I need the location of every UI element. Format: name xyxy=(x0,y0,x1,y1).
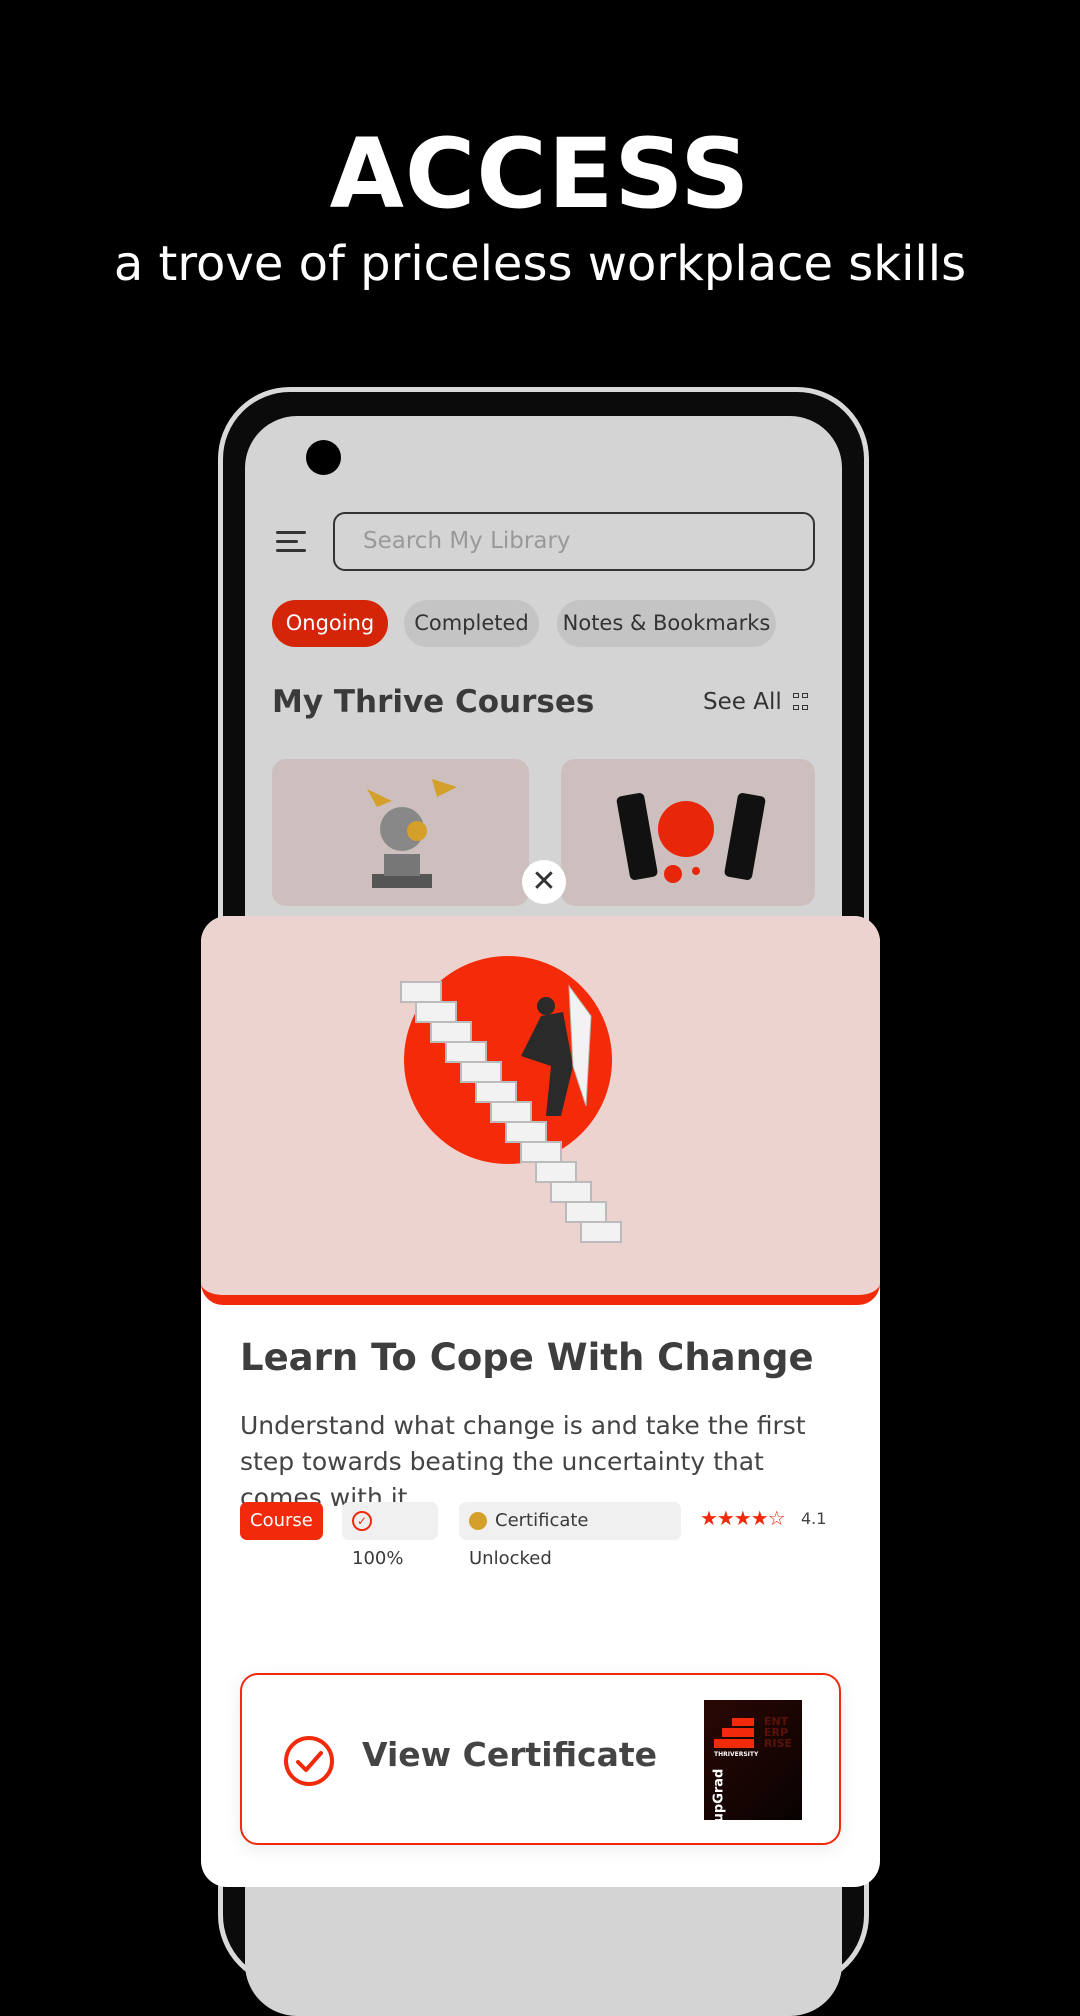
tab-completed[interactable]: Completed xyxy=(404,600,539,647)
certificate-logo-text: ENTERPRISE xyxy=(764,1715,792,1750)
certificate-logo-text: upGrad xyxy=(711,1768,727,1823)
course-title: Learn To Cope With Change xyxy=(240,1336,814,1379)
course-thumbnail[interactable] xyxy=(272,759,529,906)
course-thumbnail[interactable] xyxy=(561,759,815,906)
search-input[interactable]: Search My Library xyxy=(333,512,815,571)
progress-badge: ✓ 100% xyxy=(342,1502,438,1569)
tab-notes-bookmarks[interactable]: Notes & Bookmarks xyxy=(557,600,776,647)
promo-headline: ACCESS xyxy=(329,118,751,230)
see-all-link[interactable]: See All xyxy=(703,689,782,715)
promo-subline: a trove of priceless workplace skills xyxy=(113,236,967,292)
course-type-badge: Course xyxy=(240,1502,323,1540)
trophy-illustration xyxy=(367,779,457,888)
certificate-logo-text: THRIVERSITY xyxy=(714,1751,759,1758)
star-rating-icon: ★★★★☆ xyxy=(700,1506,786,1530)
coin-icon xyxy=(469,1512,487,1530)
certificate-status-badge: Certificate Unlocked xyxy=(459,1502,681,1569)
phones-illustration xyxy=(616,792,766,883)
rating-value: 4.1 xyxy=(801,1509,827,1528)
view-certificate-label: View Certificate xyxy=(362,1735,658,1774)
course-detail-card: Learn To Cope With Change Understand wha… xyxy=(201,916,880,1887)
tab-ongoing[interactable]: Ongoing xyxy=(272,600,388,647)
course-description: Understand what change is and take the f… xyxy=(240,1411,806,1512)
course-hero-image xyxy=(201,916,880,1305)
certificate-thumbnail: THRIVERSITY ENTERPRISE upGrad xyxy=(704,1700,802,1823)
check-circle-icon xyxy=(284,1736,334,1786)
stairs-illustration xyxy=(400,956,622,1243)
grid-icon[interactable] xyxy=(793,693,809,713)
view-certificate-button[interactable]: View Certificate THRIVERSITY ENTERPRISE … xyxy=(240,1673,841,1845)
progress-value: 100% xyxy=(352,1548,404,1569)
camera-hole xyxy=(306,440,341,475)
section-title: My Thrive Courses xyxy=(272,684,595,720)
check-circle-icon: ✓ xyxy=(352,1511,372,1531)
close-button[interactable]: ✕ xyxy=(522,860,566,904)
menu-icon[interactable] xyxy=(276,531,306,553)
